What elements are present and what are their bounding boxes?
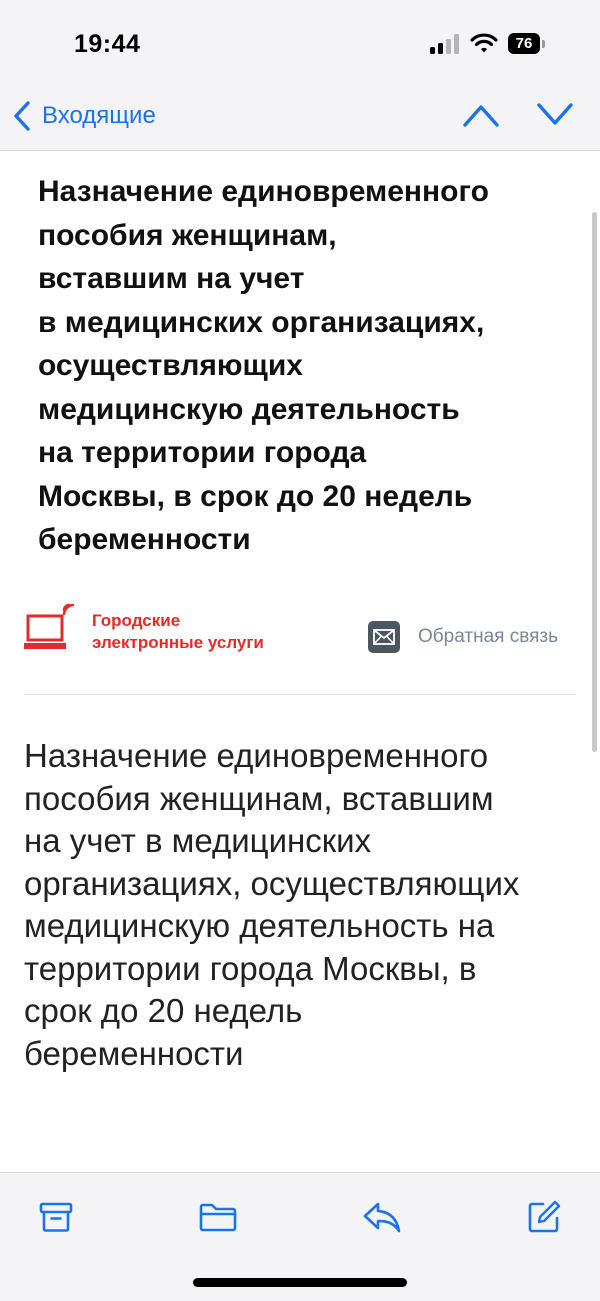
chevron-up-icon[interactable] xyxy=(462,100,500,130)
email-description-line: на учет в медицинских xyxy=(24,822,372,859)
feedback-label: Обратная связь xyxy=(418,626,558,647)
email-title-line: на территории города xyxy=(38,436,367,469)
folder-icon xyxy=(199,1203,237,1232)
email-description-line: беременности xyxy=(24,1034,244,1072)
email-description-line: медицинскую деятельность на xyxy=(24,907,495,944)
status-time: 19:44 xyxy=(74,30,141,58)
divider xyxy=(24,694,576,695)
compose-button[interactable] xyxy=(524,1197,564,1237)
archive-button[interactable] xyxy=(36,1197,76,1237)
back-button[interactable]: Входящие xyxy=(12,98,156,134)
email-description-line: пособия женщинам, вставшим xyxy=(24,779,494,817)
top-bar: 19:44 76 Входящие xyxy=(0,0,600,151)
brand-name: Городские электронные услуги xyxy=(92,610,264,654)
brand-logo[interactable]: Городские электронные услуги xyxy=(24,600,324,660)
compose-icon xyxy=(528,1200,561,1233)
wifi-icon xyxy=(470,33,498,53)
email-description-line: срок до 20 недель xyxy=(24,992,303,1029)
email-title: Назначение единовременного пособия женщи… xyxy=(38,170,568,562)
email-description-line: Назначение единовременного xyxy=(24,737,489,774)
reply-icon xyxy=(363,1202,401,1233)
email-title-line: пособия женщинам, xyxy=(38,218,337,252)
chevron-down-icon[interactable] xyxy=(536,100,574,130)
email-title-line: Москвы, в срок до 20 недель xyxy=(38,479,473,513)
email-description-line: территории города Москвы, в xyxy=(24,949,477,987)
email-description-line: организациях, осуществляющих xyxy=(24,864,520,902)
email-title-line: беременности xyxy=(38,523,251,556)
scrollbar[interactable] xyxy=(592,212,597,752)
signal-icon xyxy=(430,34,462,54)
battery-icon: 76 xyxy=(508,33,540,54)
email-title-line: вставшим на учет xyxy=(38,262,305,295)
chevron-left-icon xyxy=(14,101,30,131)
laptop-signal-icon xyxy=(24,603,75,649)
home-indicator[interactable] xyxy=(193,1278,407,1287)
move-folder-button[interactable] xyxy=(198,1197,238,1237)
back-label: Входящие xyxy=(42,102,156,129)
battery-cap xyxy=(542,40,545,48)
archive-icon xyxy=(39,1202,73,1232)
email-title-line: осуществляющих xyxy=(38,349,303,382)
email-title-line: в медицинских организациях, xyxy=(38,305,485,339)
brand-line: электронные услуги xyxy=(92,633,264,652)
reply-button[interactable] xyxy=(362,1197,402,1237)
email-title-line: Назначение единовременного xyxy=(38,175,489,208)
feedback-link[interactable]: Обратная связь xyxy=(368,620,558,654)
email-title-line: медицинскую деятельность xyxy=(38,392,460,426)
envelope-icon xyxy=(368,621,400,653)
email-description: Назначение единовременного пособия женщи… xyxy=(24,735,584,1075)
brand-line: Городские xyxy=(92,611,181,630)
